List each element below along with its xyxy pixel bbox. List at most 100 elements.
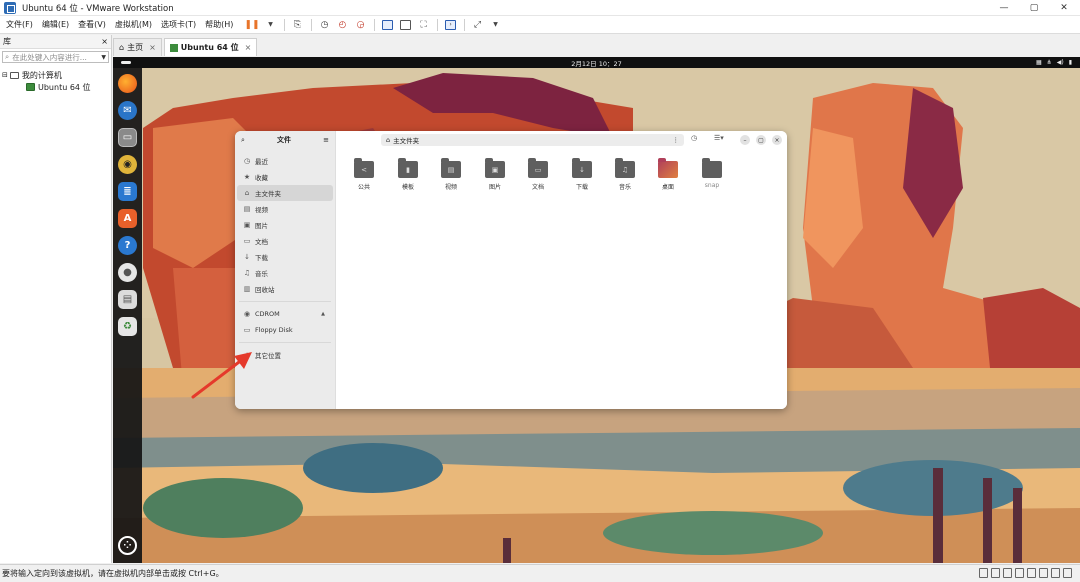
status-bar: 要将输入定向到该虚拟机，请在虚拟机内部单击或按 Ctrl+G。 [0,564,1080,582]
sidebar-item-label: 文档 [255,238,268,246]
rhythmbox-icon[interactable]: ◉ [118,155,137,174]
library-search-input[interactable]: ⌕ 在此处键入内容进行... ▼ [2,51,109,63]
home-icon: ⌂ [386,136,391,144]
collapse-icon[interactable]: ⊟ [2,71,8,79]
snapshot-manager-icon[interactable]: ◶ [354,17,368,33]
folder-public[interactable]: < 公共 [344,158,384,191]
folder-snap[interactable]: snap [692,158,732,189]
path-menu-icon[interactable]: ⋮ [673,136,680,144]
menu-vm[interactable]: 虚拟机(M) [115,19,152,30]
view-options-icon[interactable]: ☰▾ [714,134,724,142]
sidebar-item-trash[interactable]: ▥ 回收站 [237,281,333,297]
floppy-status-icon[interactable] [1003,568,1012,578]
libreoffice-writer-icon[interactable]: ≣ [118,182,137,201]
menu-view[interactable]: 查看(V) [78,19,106,30]
network-status-icon[interactable] [1015,568,1024,578]
folder-videos[interactable]: ▤ 视频 [431,158,471,191]
minimize-button[interactable]: — [990,0,1018,16]
sidebar-item-pictures[interactable]: ▣ 图片 [237,217,333,233]
vm-console[interactable]: 2月12日 10：27 ▦ ⋔ ◀) ▮ ✉ ▭ ◉ ≣ A ? ● ▤ ♻ ⁘… [113,57,1080,563]
pause-icon[interactable]: ❚❚ [244,17,259,33]
search-icon[interactable]: ⌕ [241,136,245,145]
sidebar-item-recent[interactable]: ◷ 最近 [237,153,333,169]
toolbar-separator [310,18,312,31]
tab-strip: ⌂ 主页 × Ubuntu 64 位 × [113,38,259,56]
toolbar-separator [283,18,285,31]
cdrom-icon[interactable]: ● [118,263,137,282]
revert-snapshot-icon[interactable]: ◴ [336,17,350,33]
close-button[interactable]: ✕ [1050,0,1078,16]
thumbnail-bar-icon[interactable] [399,17,413,33]
folder-icon [658,158,678,178]
tab-close-button[interactable]: × [149,43,156,52]
tree-item-my-computer[interactable]: ⊟ 我的计算机 [2,69,109,81]
send-ctrl-alt-del-icon[interactable]: ⎘ [291,17,305,33]
floppy-icon[interactable]: ▤ [118,290,137,309]
cdrom-status-icon[interactable] [991,568,1000,578]
tab-home[interactable]: ⌂ 主页 × [113,38,162,56]
folder-downloads[interactable]: ↓ 下载 [562,158,602,191]
snapshot-icon[interactable]: ◷ [318,17,332,33]
usb-status-icon[interactable] [1027,568,1036,578]
folder-pictures[interactable]: ▣ 图片 [475,158,515,191]
sidebar-item-videos[interactable]: ▤ 视频 [237,201,333,217]
sidebar-item-music[interactable]: ♫ 音乐 [237,265,333,281]
sidebar-item-floppy[interactable]: ▭ Floppy Disk [237,322,333,338]
history-icon[interactable]: ◷ [691,134,697,142]
display-status-icon[interactable] [1063,568,1072,578]
menu-tabs[interactable]: 选项卡(T) [161,19,196,30]
clock[interactable]: 2月12日 10：27 [571,58,622,68]
hamburger-menu-icon[interactable]: ≡ [323,136,329,144]
printer-status-icon[interactable] [1051,568,1060,578]
firefox-icon[interactable] [118,74,137,93]
network-icon[interactable]: ⋔ [1047,59,1052,66]
sound-status-icon[interactable] [1039,568,1048,578]
tab-close-button[interactable]: × [245,43,252,52]
tab-ubuntu[interactable]: Ubuntu 64 位 × [163,38,258,56]
sidebar-item-cdrom[interactable]: ◉ CDROM ▲ [237,306,333,322]
trash-icon[interactable]: ♻ [118,317,137,336]
volume-icon[interactable]: ◀) [1057,59,1064,66]
help-icon[interactable]: ? [118,236,137,255]
eject-icon[interactable]: ▲ [321,311,325,317]
folder-label: 公共 [357,184,370,191]
activities-button[interactable] [121,61,131,64]
folder-documents[interactable]: ▭ 文档 [518,158,558,191]
show-library-icon[interactable] [381,17,395,33]
library-close-button[interactable]: × [101,37,108,46]
dropdown-chevron-icon[interactable]: ▼ [489,17,503,33]
tab-label: Ubuntu 64 位 [180,43,239,52]
menu-file[interactable]: 文件(F) [6,19,33,30]
sidebar-item-downloads[interactable]: ↓ 下载 [237,249,333,265]
dropdown-chevron-icon[interactable]: ▼ [264,17,278,33]
path-bar[interactable]: ⌂ 主文件夹 ⋮ [381,134,684,146]
menu-edit[interactable]: 编辑(E) [42,19,69,30]
menu-help[interactable]: 帮助(H) [205,19,233,30]
floppy-icon: ▭ [243,326,251,334]
show-apps-icon[interactable]: ⁘ [118,536,137,555]
maximize-button[interactable]: ▢ [1020,0,1048,16]
search-dropdown-icon[interactable]: ▼ [101,54,106,61]
hdd-status-icon[interactable] [979,568,988,578]
power-icon[interactable]: ▮ [1069,59,1072,66]
system-tray[interactable]: ▦ ⋔ ◀) ▮ [1036,57,1072,68]
files-minimize-button[interactable]: – [740,135,750,145]
sidebar-item-documents[interactable]: ▭ 文档 [237,233,333,249]
folder-label: 模板 [401,184,414,191]
keyboard-indicator-icon[interactable]: ▦ [1036,59,1042,66]
folder-music[interactable]: ♫ 音乐 [605,158,645,191]
sidebar-item-home[interactable]: ⌂ 主文件夹 [237,185,333,201]
tree-item-ubuntu[interactable]: Ubuntu 64 位 [2,81,109,93]
files-icon[interactable]: ▭ [118,128,137,147]
files-close-button[interactable]: × [772,135,782,145]
sidebar-item-starred[interactable]: ★ 收藏 [237,169,333,185]
folder-desktop[interactable]: 桌面 [648,158,688,191]
app-center-icon[interactable]: A [118,209,137,228]
folder-templates[interactable]: ▮ 模板 [388,158,428,191]
thunderbird-icon[interactable]: ✉ [118,101,137,120]
folder-label: 文档 [531,184,544,191]
full-screen-icon[interactable]: ⤢ [471,17,485,33]
console-view-icon[interactable]: › [444,17,458,33]
files-maximize-button[interactable]: ▢ [756,135,766,145]
fit-guest-icon[interactable]: ⛶ [417,17,431,33]
